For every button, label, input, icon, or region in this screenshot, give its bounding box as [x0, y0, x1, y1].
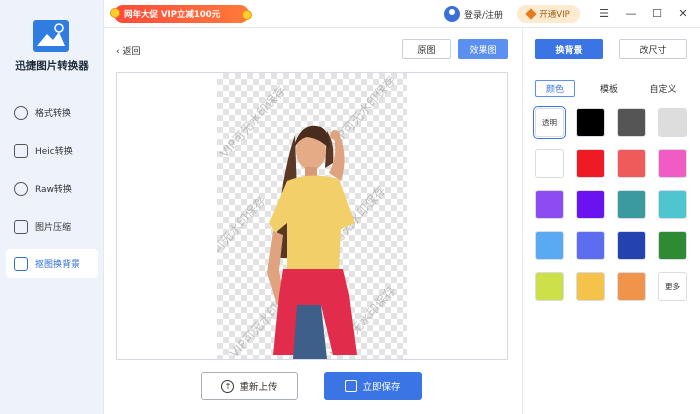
- main-area: ‹ 返回 原图 效果图 VIP可无水印保存 VIP可无水印保存 VIP可无水印保…: [104, 28, 522, 414]
- compress-icon: [14, 219, 28, 234]
- app-name: 迅捷图片转换器: [15, 60, 89, 72]
- color-swatch[interactable]: [658, 190, 687, 219]
- cutout-icon: [14, 256, 28, 271]
- download-icon: [345, 380, 358, 392]
- change-size-button[interactable]: 改尺寸: [619, 39, 687, 59]
- minimize-icon[interactable]: —: [624, 7, 638, 20]
- color-swatch[interactable]: [658, 149, 687, 178]
- upload-icon: ↑: [221, 379, 235, 393]
- tab-original[interactable]: 原图: [402, 39, 451, 59]
- coin-icon: [110, 8, 120, 18]
- login-label: 登录/注册: [464, 10, 504, 21]
- sidebar-item-cutout[interactable]: 抠图换背景: [6, 249, 98, 278]
- coin-icon: [242, 10, 252, 20]
- reupload-label: 重新上传: [239, 382, 278, 393]
- sidebar-item-label: 图片压缩: [35, 223, 72, 233]
- color-swatch[interactable]: [576, 231, 605, 260]
- sidebar-item-label: 格式转换: [35, 109, 72, 119]
- raw-icon: [14, 181, 28, 196]
- sidebar-item-label: Heic转换: [35, 147, 73, 157]
- color-swatch[interactable]: [617, 272, 646, 301]
- back-button[interactable]: ‹ 返回: [116, 44, 141, 57]
- color-swatch[interactable]: 透明: [533, 106, 566, 139]
- tab-custom[interactable]: 自定义: [643, 80, 683, 97]
- heic-icon: [14, 143, 28, 158]
- close-icon[interactable]: ✕: [676, 7, 690, 20]
- promo-banner[interactable]: 网年大促 VIP立减100元: [110, 5, 252, 23]
- tab-effect[interactable]: 效果图: [458, 39, 508, 59]
- color-swatch[interactable]: [617, 108, 646, 137]
- color-swatch[interactable]: [535, 231, 564, 260]
- diamond-icon: [525, 8, 537, 20]
- right-panel: 换背景 改尺寸 颜色 模板 自定义 透明更多: [522, 28, 700, 414]
- save-label: 立即保存: [362, 382, 401, 393]
- sidebar-item-label: Raw转换: [35, 185, 72, 195]
- color-swatch[interactable]: [658, 108, 687, 137]
- login-button[interactable]: 登录/注册: [444, 6, 503, 22]
- color-swatch[interactable]: [576, 149, 605, 178]
- sidebar-item-format-convert[interactable]: 格式转换: [6, 98, 98, 127]
- back-label: 返回: [122, 47, 141, 57]
- maximize-icon[interactable]: ☐: [650, 7, 664, 20]
- color-swatch[interactable]: [535, 272, 564, 301]
- vip-label: 开通VIP: [539, 10, 570, 20]
- image-canvas: VIP可无水印保存 VIP可无水印保存 VIP可无水印保存 VIP可无水印保存 …: [116, 72, 508, 360]
- color-swatch[interactable]: [535, 149, 564, 178]
- color-swatch[interactable]: [617, 190, 646, 219]
- transparent-background: VIP可无水印保存 VIP可无水印保存 VIP可无水印保存 VIP可无水印保存 …: [217, 73, 407, 359]
- color-swatch[interactable]: [658, 231, 687, 260]
- color-swatch[interactable]: [576, 272, 605, 301]
- tab-template[interactable]: 模板: [589, 80, 629, 97]
- chevron-left-icon: ‹: [116, 47, 120, 57]
- color-swatch[interactable]: 更多: [658, 272, 687, 301]
- format-convert-icon: [14, 105, 28, 120]
- sidebar: 迅捷图片转换器 格式转换 Heic转换 Raw转换 图片压缩 抠图换背景: [0, 0, 104, 414]
- top-bar: 网年大促 VIP立减100元 登录/注册 开通VIP ☰ — ☐ ✕: [104, 0, 700, 28]
- person-cutout-image: [267, 125, 357, 359]
- vip-button[interactable]: 开通VIP: [517, 5, 580, 23]
- color-swatch[interactable]: [576, 190, 605, 219]
- save-button[interactable]: 立即保存: [324, 372, 422, 400]
- sidebar-item-raw[interactable]: Raw转换: [6, 174, 98, 203]
- reupload-button[interactable]: ↑ 重新上传: [201, 372, 298, 400]
- tab-color[interactable]: 颜色: [535, 80, 575, 97]
- color-swatch[interactable]: [617, 149, 646, 178]
- color-swatch[interactable]: [576, 108, 605, 137]
- sidebar-item-heic[interactable]: Heic转换: [6, 136, 98, 165]
- promo-text: 网年大促 VIP立减100元: [124, 10, 221, 20]
- app-logo: [33, 20, 69, 52]
- avatar: [444, 6, 460, 22]
- color-swatch[interactable]: [617, 231, 646, 260]
- sidebar-item-compress[interactable]: 图片压缩: [6, 212, 98, 241]
- menu-icon[interactable]: ☰: [597, 7, 611, 20]
- sidebar-item-label: 抠图换背景: [35, 260, 81, 270]
- change-background-button[interactable]: 换背景: [535, 39, 603, 59]
- color-swatch[interactable]: [535, 190, 564, 219]
